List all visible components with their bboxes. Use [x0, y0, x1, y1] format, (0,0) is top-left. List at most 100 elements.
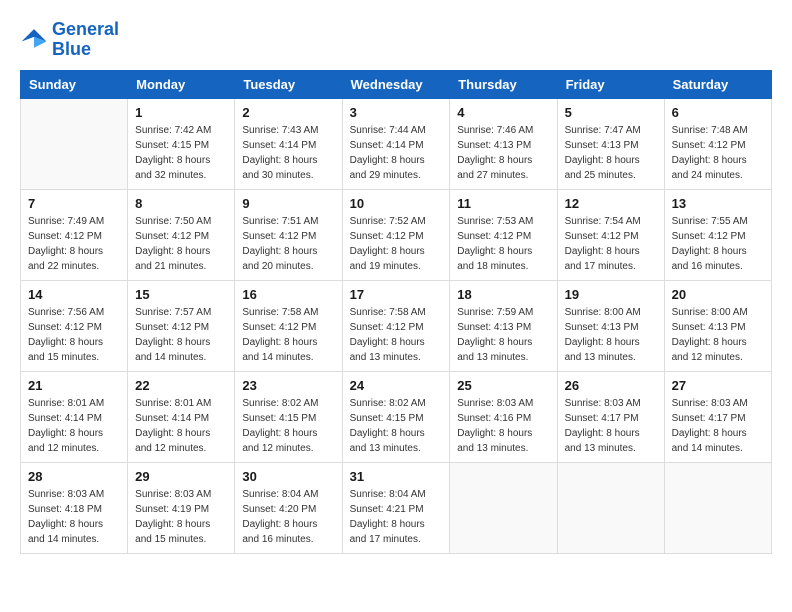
day-info: Sunrise: 8:03 AM Sunset: 4:19 PM Dayligh…	[135, 487, 227, 547]
calendar-cell: 23Sunrise: 8:02 AM Sunset: 4:15 PM Dayli…	[235, 371, 342, 462]
calendar-cell: 26 Sunrise: 8:03 AM Sunset: 4:17 PM Dayli…	[557, 371, 664, 462]
weekday-header: Wednesday	[342, 70, 450, 98]
weekday-header: Tuesday	[235, 70, 342, 98]
day-number: 12	[565, 196, 657, 211]
day-info: Sunrise: 7:47 AM Sunset: 4:13 PM Dayligh…	[565, 123, 657, 183]
day-number: 31	[350, 469, 443, 484]
day-info: Sunrise: 7:46 AM Sunset: 4:13 PM Dayligh…	[457, 123, 549, 183]
day-info: Sunrise: 7:58 AM Sunset: 4:12 PM Dayligh…	[242, 305, 334, 365]
calendar-cell: 19 Sunrise: 8:00 AM Sunset: 4:13 PM Dayli…	[557, 280, 664, 371]
day-info: Sunrise: 8:01 AM Sunset: 4:14 PM Dayligh…	[28, 396, 120, 456]
day-number: 8	[135, 196, 227, 211]
calendar-cell	[557, 462, 664, 553]
day-number: 5	[565, 105, 657, 120]
calendar-week-row: 21 Sunrise: 8:01 AM Sunset: 4:14 PM Dayli…	[21, 371, 772, 462]
day-number: 23	[242, 378, 334, 393]
day-number: 25	[457, 378, 549, 393]
calendar-week-row: 14Sunrise: 7:56 AM Sunset: 4:12 PM Dayli…	[21, 280, 772, 371]
calendar-cell: 22 Sunrise: 8:01 AM Sunset: 4:14 PM Dayli…	[128, 371, 235, 462]
day-info: Sunrise: 8:00 AM Sunset: 4:13 PM Dayligh…	[565, 305, 657, 365]
day-number: 20	[672, 287, 764, 302]
day-number: 9	[242, 196, 334, 211]
weekday-header: Thursday	[450, 70, 557, 98]
day-info: Sunrise: 8:04 AM Sunset: 4:20 PM Dayligh…	[242, 487, 334, 547]
calendar-week-row: 28 Sunrise: 8:03 AM Sunset: 4:18 PM Dayli…	[21, 462, 772, 553]
calendar-cell: 8Sunrise: 7:50 AM Sunset: 4:12 PM Daylig…	[128, 189, 235, 280]
weekday-header: Monday	[128, 70, 235, 98]
day-number: 18	[457, 287, 549, 302]
day-info: Sunrise: 7:48 AM Sunset: 4:12 PM Dayligh…	[672, 123, 764, 183]
day-number: 21	[28, 378, 120, 393]
day-info: Sunrise: 7:57 AM Sunset: 4:12 PM Dayligh…	[135, 305, 227, 365]
day-info: Sunrise: 7:43 AM Sunset: 4:14 PM Dayligh…	[242, 123, 334, 183]
logo-text: General Blue	[52, 20, 119, 60]
day-info: Sunrise: 8:03 AM Sunset: 4:17 PM Dayligh…	[565, 396, 657, 456]
calendar-cell: 16Sunrise: 7:58 AM Sunset: 4:12 PM Dayli…	[235, 280, 342, 371]
calendar-cell: 29 Sunrise: 8:03 AM Sunset: 4:19 PM Dayli…	[128, 462, 235, 553]
day-number: 29	[135, 469, 227, 484]
weekday-header: Friday	[557, 70, 664, 98]
day-number: 28	[28, 469, 120, 484]
calendar-cell: 21 Sunrise: 8:01 AM Sunset: 4:14 PM Dayli…	[21, 371, 128, 462]
calendar-cell: 4 Sunrise: 7:46 AM Sunset: 4:13 PM Daylig…	[450, 98, 557, 189]
calendar-cell: 1Sunrise: 7:42 AM Sunset: 4:15 PM Daylig…	[128, 98, 235, 189]
day-info: Sunrise: 7:55 AM Sunset: 4:12 PM Dayligh…	[672, 214, 764, 274]
calendar-cell: 11Sunrise: 7:53 AM Sunset: 4:12 PM Dayli…	[450, 189, 557, 280]
calendar-cell	[21, 98, 128, 189]
day-info: Sunrise: 8:00 AM Sunset: 4:13 PM Dayligh…	[672, 305, 764, 365]
calendar-cell: 6 Sunrise: 7:48 AM Sunset: 4:12 PM Daylig…	[664, 98, 771, 189]
day-info: Sunrise: 7:59 AM Sunset: 4:13 PM Dayligh…	[457, 305, 549, 365]
calendar-cell: 12 Sunrise: 7:54 AM Sunset: 4:12 PM Dayli…	[557, 189, 664, 280]
calendar-cell: 7 Sunrise: 7:49 AM Sunset: 4:12 PM Daylig…	[21, 189, 128, 280]
page-header: General Blue	[20, 20, 772, 60]
day-number: 13	[672, 196, 764, 211]
day-number: 7	[28, 196, 120, 211]
calendar-cell	[664, 462, 771, 553]
calendar-cell: 27 Sunrise: 8:03 AM Sunset: 4:17 PM Dayli…	[664, 371, 771, 462]
day-info: Sunrise: 8:02 AM Sunset: 4:15 PM Dayligh…	[350, 396, 443, 456]
calendar-cell: 2Sunrise: 7:43 AM Sunset: 4:14 PM Daylig…	[235, 98, 342, 189]
day-info: Sunrise: 7:49 AM Sunset: 4:12 PM Dayligh…	[28, 214, 120, 274]
logo: General Blue	[20, 20, 119, 60]
calendar-week-row: 1Sunrise: 7:42 AM Sunset: 4:15 PM Daylig…	[21, 98, 772, 189]
day-info: Sunrise: 8:01 AM Sunset: 4:14 PM Dayligh…	[135, 396, 227, 456]
calendar-cell: 5 Sunrise: 7:47 AM Sunset: 4:13 PM Daylig…	[557, 98, 664, 189]
day-number: 22	[135, 378, 227, 393]
day-number: 19	[565, 287, 657, 302]
day-info: Sunrise: 7:54 AM Sunset: 4:12 PM Dayligh…	[565, 214, 657, 274]
calendar-cell: 3 Sunrise: 7:44 AM Sunset: 4:14 PM Daylig…	[342, 98, 450, 189]
day-number: 17	[350, 287, 443, 302]
day-info: Sunrise: 7:53 AM Sunset: 4:12 PM Dayligh…	[457, 214, 549, 274]
calendar-cell: 30 Sunrise: 8:04 AM Sunset: 4:20 PM Dayli…	[235, 462, 342, 553]
day-number: 30	[242, 469, 334, 484]
calendar-week-row: 7 Sunrise: 7:49 AM Sunset: 4:12 PM Daylig…	[21, 189, 772, 280]
day-number: 1	[135, 105, 227, 120]
calendar-table: SundayMondayTuesdayWednesdayThursdayFrid…	[20, 70, 772, 554]
day-info: Sunrise: 7:58 AM Sunset: 4:12 PM Dayligh…	[350, 305, 443, 365]
calendar-header-row: SundayMondayTuesdayWednesdayThursdayFrid…	[21, 70, 772, 98]
calendar-cell: 25 Sunrise: 8:03 AM Sunset: 4:16 PM Dayli…	[450, 371, 557, 462]
day-number: 24	[350, 378, 443, 393]
day-info: Sunrise: 7:44 AM Sunset: 4:14 PM Dayligh…	[350, 123, 443, 183]
calendar-cell: 10Sunrise: 7:52 AM Sunset: 4:12 PM Dayli…	[342, 189, 450, 280]
calendar-cell: 13 Sunrise: 7:55 AM Sunset: 4:12 PM Dayli…	[664, 189, 771, 280]
day-number: 26	[565, 378, 657, 393]
calendar-cell: 15Sunrise: 7:57 AM Sunset: 4:12 PM Dayli…	[128, 280, 235, 371]
calendar-cell: 31 Sunrise: 8:04 AM Sunset: 4:21 PM Dayli…	[342, 462, 450, 553]
calendar-cell: 14Sunrise: 7:56 AM Sunset: 4:12 PM Dayli…	[21, 280, 128, 371]
calendar-cell	[450, 462, 557, 553]
day-info: Sunrise: 8:03 AM Sunset: 4:16 PM Dayligh…	[457, 396, 549, 456]
day-info: Sunrise: 7:51 AM Sunset: 4:12 PM Dayligh…	[242, 214, 334, 274]
day-number: 4	[457, 105, 549, 120]
day-number: 27	[672, 378, 764, 393]
calendar-cell: 9 Sunrise: 7:51 AM Sunset: 4:12 PM Daylig…	[235, 189, 342, 280]
day-number: 3	[350, 105, 443, 120]
calendar-cell: 18 Sunrise: 7:59 AM Sunset: 4:13 PM Dayli…	[450, 280, 557, 371]
logo-bird-icon	[20, 26, 48, 54]
day-info: Sunrise: 8:04 AM Sunset: 4:21 PM Dayligh…	[350, 487, 443, 547]
day-number: 14	[28, 287, 120, 302]
day-info: Sunrise: 7:52 AM Sunset: 4:12 PM Dayligh…	[350, 214, 443, 274]
day-info: Sunrise: 8:03 AM Sunset: 4:18 PM Dayligh…	[28, 487, 120, 547]
day-info: Sunrise: 8:03 AM Sunset: 4:17 PM Dayligh…	[672, 396, 764, 456]
day-number: 6	[672, 105, 764, 120]
